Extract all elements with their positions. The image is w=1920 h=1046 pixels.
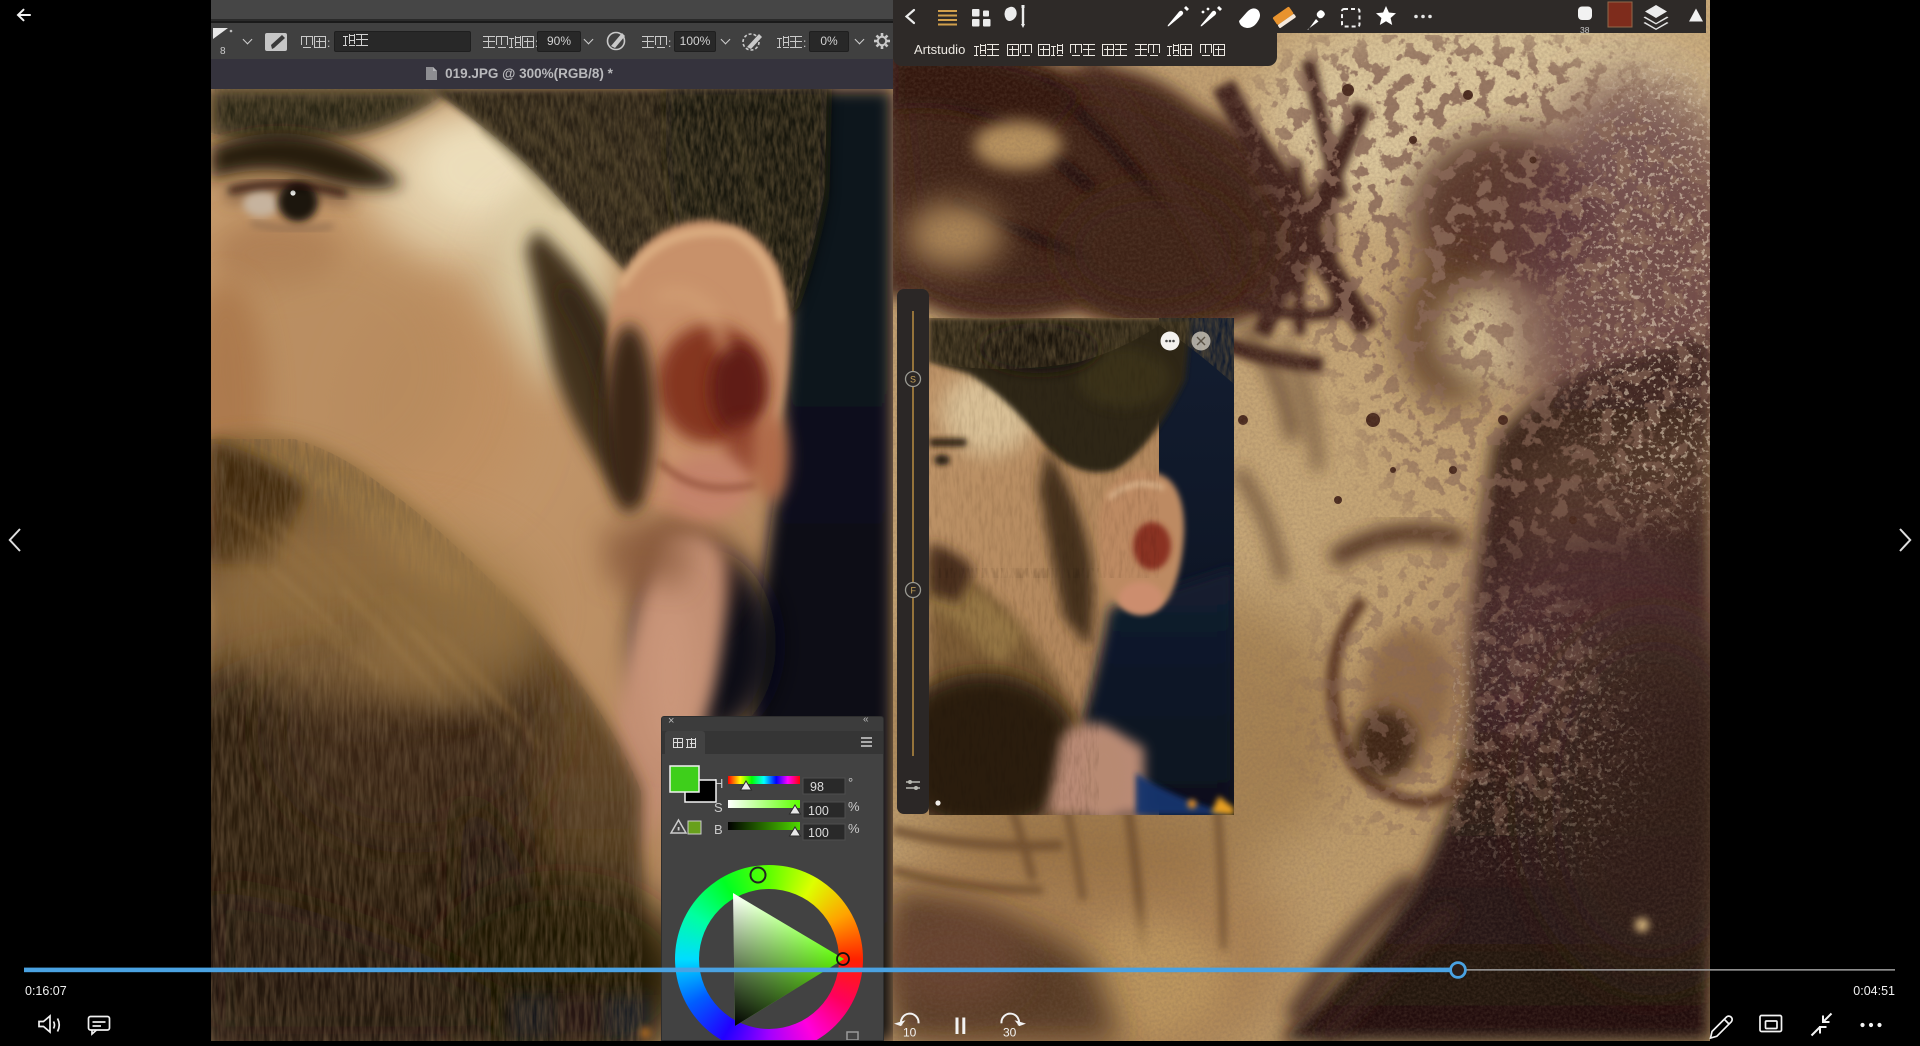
svg-text:%: %	[848, 799, 860, 814]
svg-text:°: °	[848, 775, 853, 790]
svg-text:0:04:51: 0:04:51	[1853, 984, 1895, 998]
svg-text:B: B	[714, 822, 723, 837]
svg-text:8: 8	[220, 46, 226, 57]
svg-text:%: %	[848, 821, 860, 836]
svg-text:38: 38	[1580, 25, 1590, 33]
svg-text:98: 98	[810, 780, 824, 794]
svg-text:100: 100	[808, 804, 829, 818]
svg-text:100: 100	[808, 826, 829, 840]
svg-text:S: S	[910, 375, 916, 385]
svg-text:F: F	[911, 586, 917, 596]
svg-text:0:16:07: 0:16:07	[25, 984, 67, 998]
